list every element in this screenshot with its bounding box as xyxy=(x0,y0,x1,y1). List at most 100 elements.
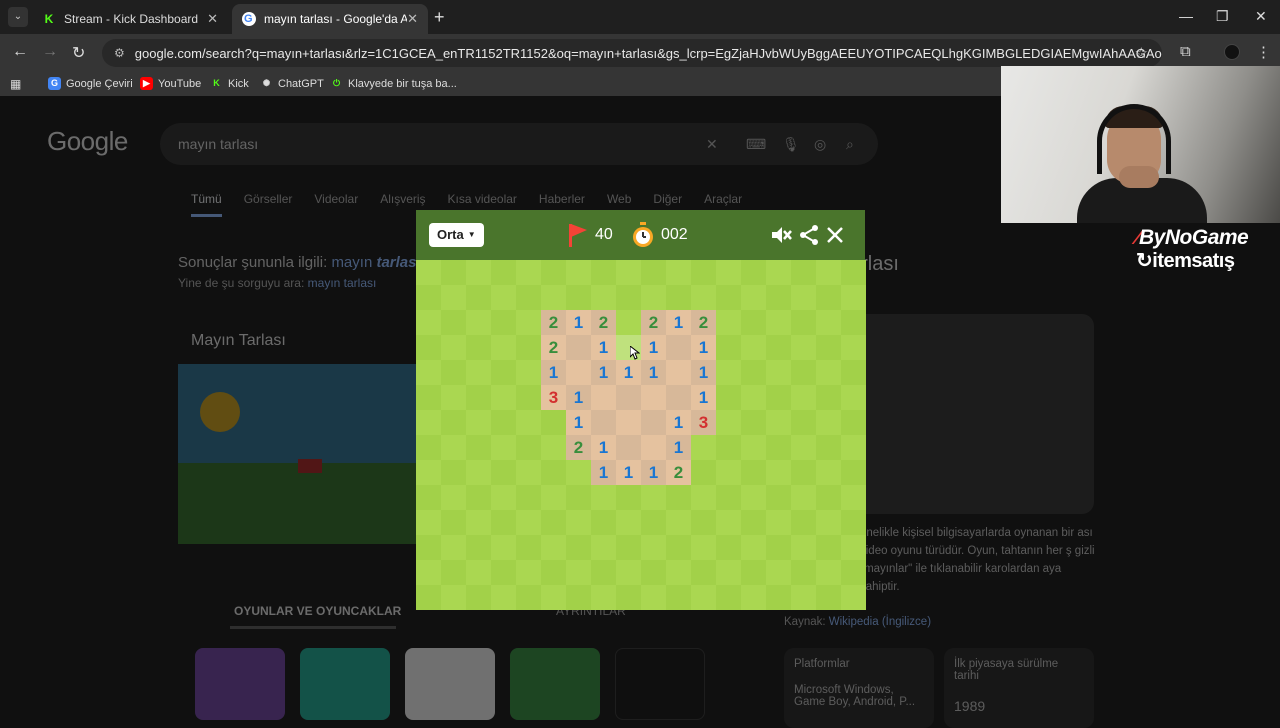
hidden-cell[interactable] xyxy=(416,360,441,385)
address-bar[interactable]: ⚙ google.com/search?q=mayın+tarlası&rlz=… xyxy=(102,39,1162,67)
bookmark-chatgpt[interactable]: ✺ ChatGPT xyxy=(260,77,324,90)
tab-all[interactable]: Tümü xyxy=(191,192,222,217)
bookmark-google-ceviri[interactable]: G Google Çeviri xyxy=(48,77,133,90)
close-icon[interactable]: ✕ xyxy=(407,11,418,27)
hidden-cell[interactable] xyxy=(491,285,516,310)
hidden-cell[interactable] xyxy=(816,535,841,560)
hidden-cell[interactable] xyxy=(491,560,516,585)
hidden-cell[interactable] xyxy=(816,410,841,435)
clear-icon[interactable]: ✕ xyxy=(706,123,718,165)
hidden-cell[interactable] xyxy=(766,510,791,535)
hidden-cell[interactable] xyxy=(741,335,766,360)
hidden-cell[interactable] xyxy=(816,435,841,460)
hidden-cell[interactable] xyxy=(566,585,591,610)
revealed-cell[interactable]: 2 xyxy=(541,310,566,335)
hidden-cell[interactable] xyxy=(491,485,516,510)
hidden-cell[interactable] xyxy=(616,310,641,335)
revealed-cell[interactable]: 3 xyxy=(541,385,566,410)
hidden-cell[interactable] xyxy=(416,585,441,610)
revealed-cell[interactable]: 1 xyxy=(566,385,591,410)
hidden-cell[interactable] xyxy=(766,385,791,410)
close-window-icon[interactable]: ✕ xyxy=(1255,8,1267,25)
hidden-cell[interactable] xyxy=(691,485,716,510)
tab-videos[interactable]: Videolar xyxy=(314,192,358,217)
extensions-icon[interactable]: ⧉ xyxy=(1180,43,1191,60)
tab-kick-dashboard[interactable]: K Stream - Kick Dashboard ✕ xyxy=(32,4,228,34)
hidden-cell[interactable] xyxy=(741,510,766,535)
hidden-cell[interactable] xyxy=(591,585,616,610)
hidden-cell[interactable] xyxy=(791,535,816,560)
revealed-cell[interactable]: 1 xyxy=(666,435,691,460)
hidden-cell[interactable] xyxy=(566,285,591,310)
hidden-cell[interactable] xyxy=(841,435,866,460)
revealed-cell[interactable]: 2 xyxy=(641,310,666,335)
revealed-cell[interactable]: 1 xyxy=(691,335,716,360)
hidden-cell[interactable] xyxy=(741,560,766,585)
hidden-cell[interactable] xyxy=(466,335,491,360)
hidden-cell[interactable] xyxy=(441,310,466,335)
hidden-cell[interactable] xyxy=(666,260,691,285)
platforms-box[interactable]: Platformlar Microsoft Windows, Game Boy,… xyxy=(784,648,934,728)
hidden-cell[interactable] xyxy=(516,560,541,585)
hidden-cell[interactable] xyxy=(466,585,491,610)
hidden-cell[interactable] xyxy=(441,360,466,385)
hidden-cell[interactable] xyxy=(641,560,666,585)
hidden-cell[interactable] xyxy=(641,485,666,510)
tab-search-button[interactable]: ⌄ xyxy=(8,7,28,27)
hidden-cell[interactable] xyxy=(416,460,441,485)
hidden-cell[interactable] xyxy=(691,585,716,610)
revealed-cell[interactable]: 1 xyxy=(591,435,616,460)
hidden-cell[interactable] xyxy=(716,560,741,585)
new-tab-button[interactable]: + xyxy=(434,7,445,28)
hidden-cell[interactable] xyxy=(791,310,816,335)
hidden-cell[interactable] xyxy=(541,585,566,610)
hidden-cell[interactable] xyxy=(491,535,516,560)
hidden-cell[interactable] xyxy=(566,560,591,585)
hidden-cell[interactable] xyxy=(716,460,741,485)
hidden-cell[interactable] xyxy=(416,510,441,535)
game-thumbnail[interactable] xyxy=(615,648,705,720)
hidden-cell[interactable] xyxy=(466,560,491,585)
hidden-cell[interactable] xyxy=(691,535,716,560)
reload-icon[interactable]: ↻ xyxy=(72,43,85,63)
hidden-cell[interactable] xyxy=(616,510,641,535)
close-icon[interactable] xyxy=(824,224,846,246)
hidden-cell[interactable] xyxy=(616,485,641,510)
hidden-cell[interactable] xyxy=(791,260,816,285)
hidden-cell[interactable] xyxy=(541,510,566,535)
hidden-cell[interactable] xyxy=(566,485,591,510)
hidden-cell[interactable] xyxy=(841,260,866,285)
hidden-cell[interactable] xyxy=(441,535,466,560)
hidden-cell[interactable] xyxy=(516,410,541,435)
game-thumbnail[interactable] xyxy=(195,648,285,720)
hidden-cell[interactable] xyxy=(841,485,866,510)
revealed-cell[interactable] xyxy=(616,435,641,460)
revealed-cell[interactable]: 3 xyxy=(691,410,716,435)
hidden-cell[interactable] xyxy=(416,335,441,360)
hidden-cell[interactable] xyxy=(491,435,516,460)
hidden-cell[interactable] xyxy=(766,335,791,360)
revealed-cell[interactable] xyxy=(566,360,591,385)
revealed-cell[interactable] xyxy=(616,385,641,410)
hidden-cell[interactable] xyxy=(716,510,741,535)
hidden-cell[interactable] xyxy=(766,560,791,585)
hidden-cell[interactable] xyxy=(816,510,841,535)
hidden-cell[interactable] xyxy=(841,585,866,610)
revealed-cell[interactable] xyxy=(641,435,666,460)
keyboard-icon[interactable]: ⌨ xyxy=(746,123,766,165)
hidden-cell[interactable] xyxy=(416,285,441,310)
hidden-cell[interactable] xyxy=(666,510,691,535)
hidden-cell[interactable] xyxy=(641,260,666,285)
hidden-cell[interactable] xyxy=(816,560,841,585)
game-thumbnail[interactable] xyxy=(510,648,600,720)
hidden-cell[interactable] xyxy=(841,510,866,535)
hidden-cell[interactable] xyxy=(466,260,491,285)
hidden-cell[interactable] xyxy=(591,485,616,510)
revealed-cell[interactable] xyxy=(641,385,666,410)
hidden-cell[interactable] xyxy=(516,510,541,535)
hidden-cell[interactable] xyxy=(541,435,566,460)
hidden-cell[interactable] xyxy=(591,510,616,535)
hidden-cell[interactable] xyxy=(516,310,541,335)
release-box[interactable]: İlk piyasaya sürülme tarihi 1989 xyxy=(944,648,1094,728)
hidden-cell[interactable] xyxy=(616,535,641,560)
